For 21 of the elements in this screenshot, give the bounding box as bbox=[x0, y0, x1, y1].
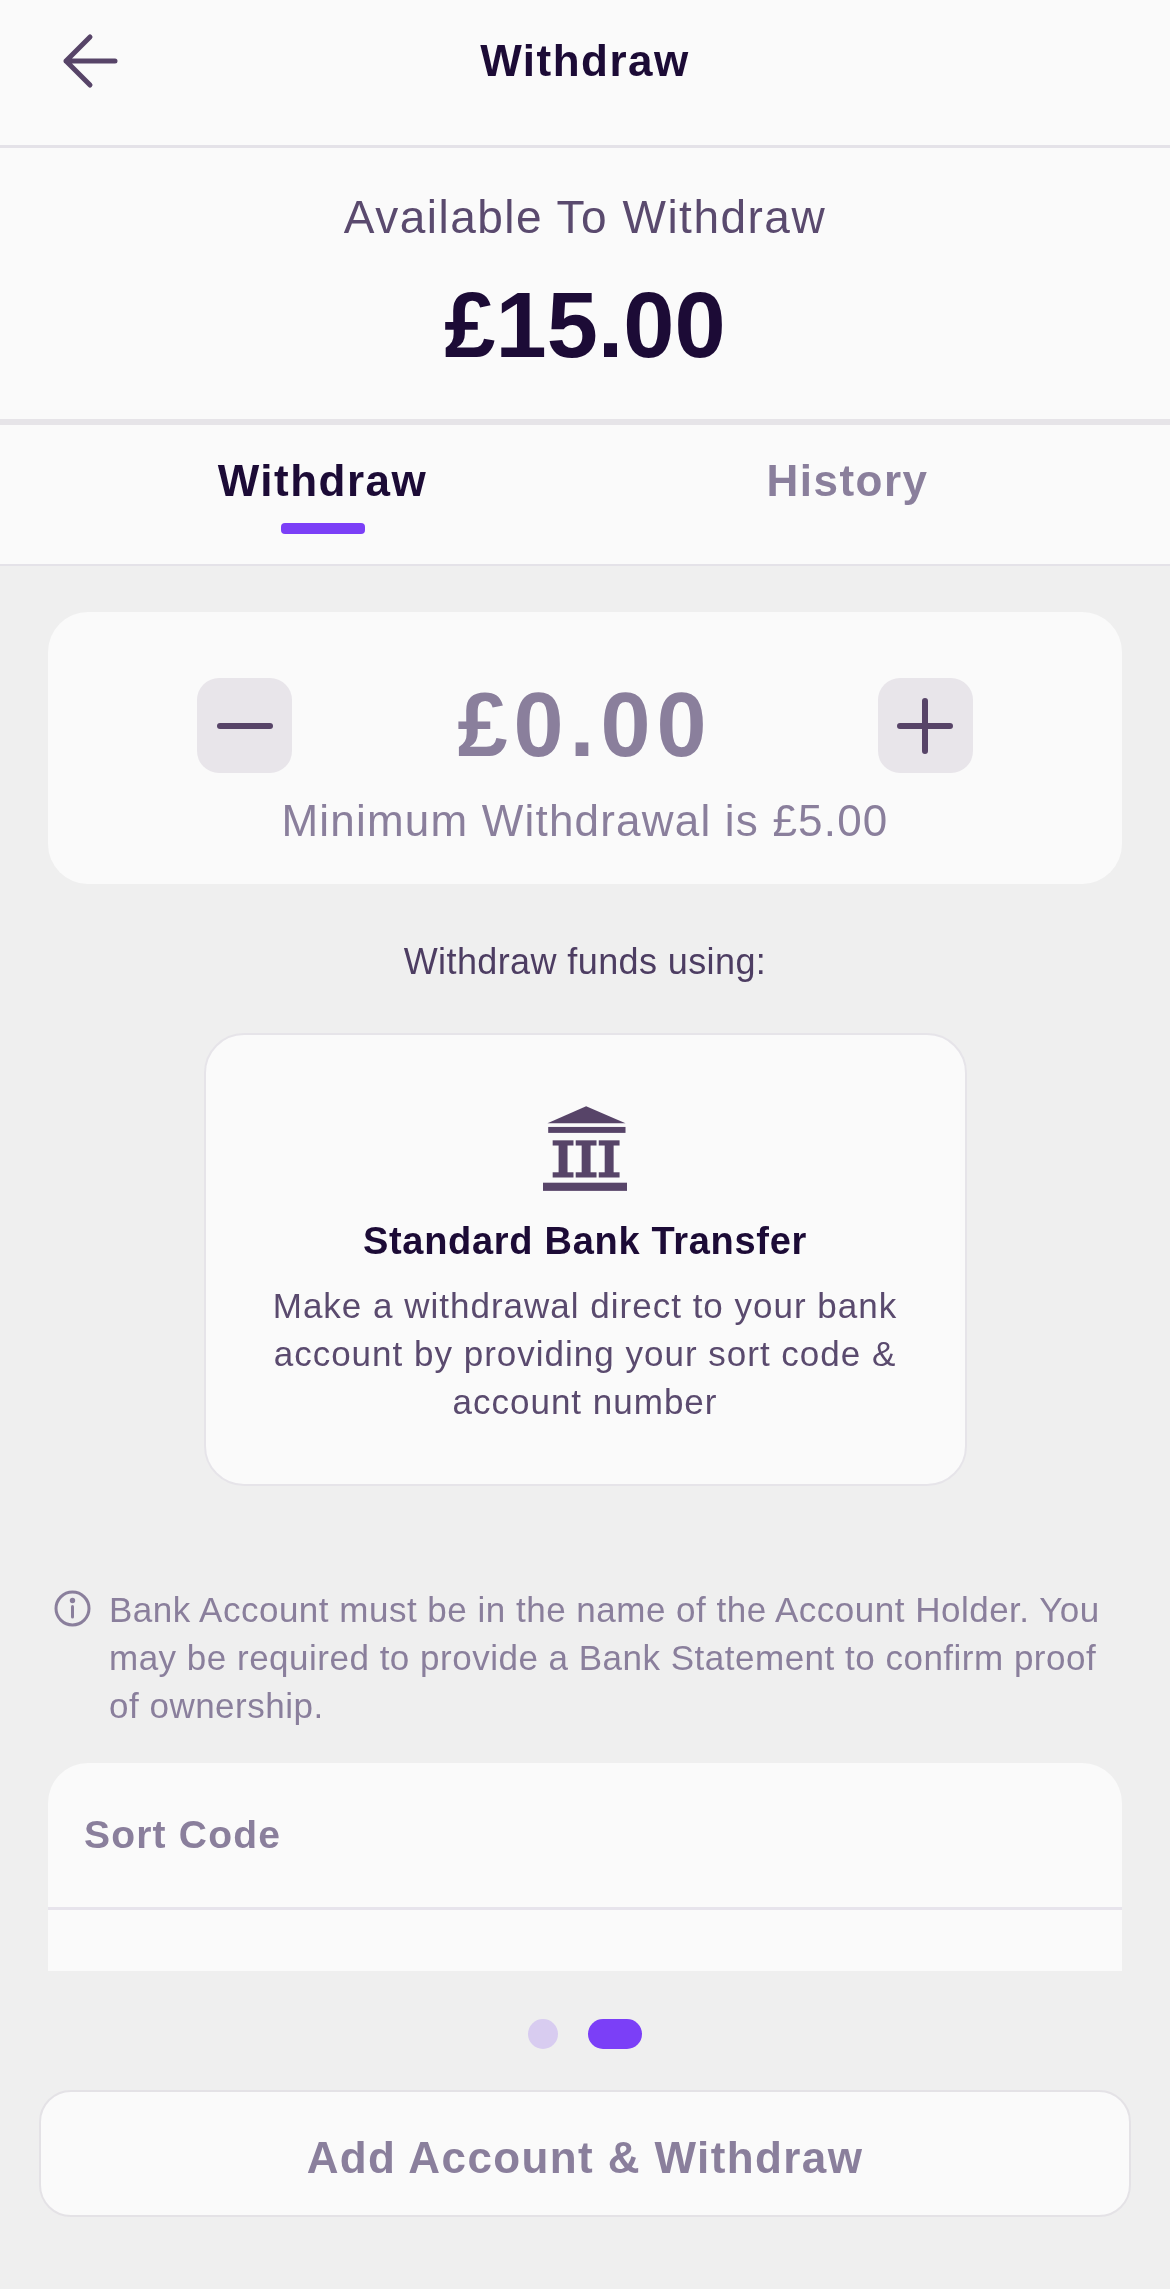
info-icon bbox=[54, 1590, 91, 1627]
method-heading: Withdraw funds using: bbox=[403, 940, 767, 984]
increase-button[interactable] bbox=[878, 678, 973, 773]
payment-method-card[interactable]: Standard Bank Transfer Make a withdrawal direct to your bank account by providing your sort code & account number bbox=[203, 1033, 967, 1486]
arrow-left-icon bbox=[62, 33, 118, 89]
back-button[interactable] bbox=[62, 33, 118, 89]
input-field[interactable]: Sort Code bbox=[48, 1763, 1122, 1910]
bank-icon bbox=[543, 1106, 627, 1191]
method-description: Make a withdrawal direct to your bank account by providing your sort code & account number bbox=[271, 1285, 899, 1423]
balance-label: Available To Withdraw bbox=[343, 190, 827, 244]
tab[interactable]: History bbox=[766, 425, 929, 564]
decrease-button[interactable] bbox=[197, 678, 292, 773]
balance-amount: £15.00 bbox=[444, 275, 726, 375]
plus-icon bbox=[897, 697, 954, 754]
method-title: Standard Bank Transfer bbox=[362, 1219, 808, 1264]
minimum-hint: Minimum Withdrawal is £5.00 bbox=[280, 796, 890, 846]
page-title: Withdraw bbox=[480, 37, 690, 85]
amount-value: £0.00 bbox=[457, 678, 713, 773]
minus-icon bbox=[216, 722, 273, 729]
notice-text: Bank Account must be in the name of the Account Holder. You may be required to provide a Bank Statement to confirm proof of ownership. bbox=[109, 1589, 1101, 1727]
tab[interactable]: Withdraw bbox=[217, 425, 428, 564]
